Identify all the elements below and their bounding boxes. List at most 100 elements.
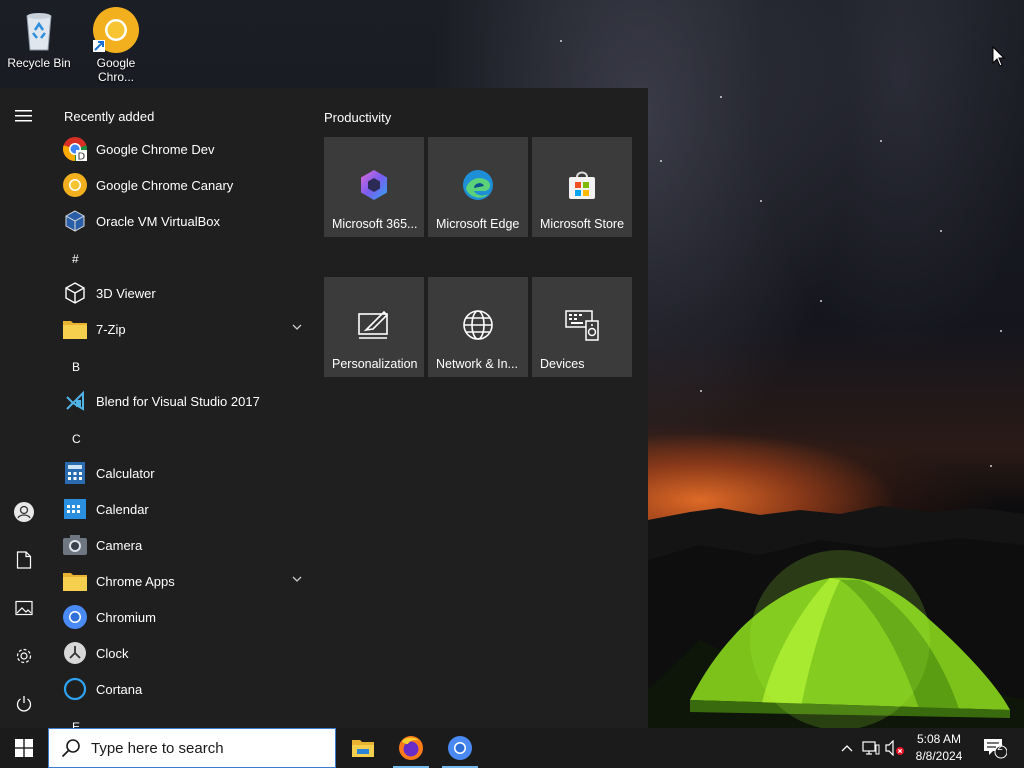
app-item-label: Calendar: [96, 501, 149, 517]
taskbar-firefox[interactable]: [387, 728, 435, 768]
show-hidden-icons-button[interactable]: [838, 728, 856, 768]
mouse-cursor-icon: [992, 46, 1006, 67]
app-item-label: Calculator: [96, 465, 155, 481]
app-item-cortana[interactable]: Cortana: [60, 671, 316, 707]
app-item-label: Blend for Visual Studio 2017: [96, 393, 260, 409]
tile-devices[interactable]: Devices: [532, 277, 632, 377]
file-explorer-icon: [352, 740, 374, 757]
app-list: Recently added D Google Chrome Dev Googl…: [48, 88, 316, 728]
folder-icon: [62, 316, 88, 342]
star: [720, 96, 722, 98]
tile-label: Personalization: [332, 357, 418, 371]
star: [1000, 330, 1002, 332]
app-item-3d-viewer[interactable]: 3D Viewer: [60, 275, 316, 311]
star: [990, 465, 992, 467]
power-button[interactable]: [0, 680, 48, 728]
network-tray-button[interactable]: [860, 728, 882, 768]
documents-button[interactable]: [0, 536, 48, 584]
star: [880, 140, 882, 142]
clock-date: 8/8/2024: [915, 749, 963, 763]
group-letter-b[interactable]: B: [72, 360, 80, 374]
tiles-group-title[interactable]: Productivity: [324, 110, 391, 125]
pictures-icon: [15, 600, 33, 616]
blend-icon: [62, 388, 88, 414]
taskbar-file-explorer[interactable]: [339, 728, 387, 768]
pictures-button[interactable]: [0, 584, 48, 632]
star: [700, 390, 702, 392]
clock-time: 5:08 AM: [916, 732, 962, 746]
chrome-canary-icon: [62, 172, 88, 198]
app-folder-7-zip[interactable]: 7-Zip: [60, 311, 316, 347]
clock-icon: [62, 640, 88, 666]
microsoft-365-icon: [356, 167, 392, 203]
app-folder-chrome-apps[interactable]: Chrome Apps: [60, 563, 316, 599]
app-item-clock[interactable]: Clock: [60, 635, 316, 671]
app-item-chromium[interactable]: Chromium: [60, 599, 316, 635]
devices-icon: [564, 307, 600, 343]
group-letter-c[interactable]: C: [72, 432, 81, 446]
store-icon: [564, 167, 600, 203]
user-account-button[interactable]: [0, 488, 48, 536]
app-item-google-chrome-dev[interactable]: D Google Chrome Dev: [60, 131, 316, 167]
calculator-icon: [62, 460, 88, 486]
calendar-icon: [62, 496, 88, 522]
star: [760, 200, 762, 202]
group-letter-e[interactable]: E: [72, 720, 80, 728]
chevron-down-icon[interactable]: [292, 323, 302, 331]
app-item-calendar[interactable]: Calendar: [60, 491, 316, 527]
search-icon: [61, 739, 80, 758]
app-item-label: Google Chrome Dev: [96, 141, 215, 157]
app-item-google-chrome-canary[interactable]: Google Chrome Canary: [60, 167, 316, 203]
app-item-label: Google Chrome Canary: [96, 177, 234, 193]
app-item-label: 7-Zip: [96, 321, 126, 337]
app-item-oracle-vm-virtualbox[interactable]: Oracle VM VirtualBox: [60, 203, 316, 239]
taskbar-clock[interactable]: 5:08 AM 8/8/2024: [906, 731, 972, 765]
start-menu: Recently added D Google Chrome Dev Googl…: [0, 88, 648, 728]
firefox-icon: [399, 736, 423, 760]
3d-viewer-icon: [62, 280, 88, 306]
star: [560, 40, 562, 42]
start-button[interactable]: [0, 728, 48, 768]
virtualbox-icon: [62, 208, 88, 234]
edge-icon: [460, 167, 496, 203]
taskbar-chromium[interactable]: [436, 728, 484, 768]
power-icon: [16, 696, 32, 712]
group-letter-hash[interactable]: #: [72, 252, 79, 266]
chevron-down-icon[interactable]: [292, 575, 302, 583]
chromium-icon: [62, 604, 88, 630]
tile-microsoft-edge[interactable]: Microsoft Edge: [428, 137, 528, 237]
app-item-blend-for-visual-studio[interactable]: Blend for Visual Studio 2017: [60, 383, 316, 419]
tile-label: Devices: [540, 357, 585, 371]
desktop-icon-label: Recycle Bin: [7, 56, 71, 70]
settings-button[interactable]: [0, 632, 48, 680]
taskbar-search-box[interactable]: Type here to search: [48, 728, 336, 768]
volume-tray-button[interactable]: [884, 728, 906, 768]
taskbar: Type here to search 5:08 AM 8/8/2024 2: [0, 728, 1024, 768]
star: [940, 230, 942, 232]
notification-count-badge: 2: [997, 742, 1003, 753]
action-center-button[interactable]: 2: [980, 728, 1010, 768]
tile-personalization[interactable]: Personalization: [324, 277, 424, 377]
app-item-calculator[interactable]: Calculator: [60, 455, 316, 491]
tile-label: Microsoft Edge: [436, 217, 520, 231]
desktop-icon-label: Google Chro...: [96, 56, 136, 84]
desktop-icon-chrome-canary[interactable]: Google Chro...: [77, 6, 155, 84]
tile-microsoft-store[interactable]: Microsoft Store: [532, 137, 632, 237]
app-item-label: Clock: [96, 645, 129, 661]
app-item-camera[interactable]: Camera: [60, 527, 316, 563]
tile-microsoft-365[interactable]: Microsoft 365...: [324, 137, 424, 237]
personalization-icon: [356, 307, 392, 343]
tile-label: Network & In...: [436, 357, 518, 371]
search-placeholder: Type here to search: [91, 739, 224, 757]
documents-icon: [16, 551, 32, 569]
tile-network-internet[interactable]: Network & In...: [428, 277, 528, 377]
expand-menu-button[interactable]: [0, 92, 48, 140]
chevron-up-icon: [841, 745, 853, 752]
start-rail: [0, 88, 48, 728]
network-wired-icon: [862, 741, 880, 755]
app-item-label: Cortana: [96, 681, 143, 697]
desktop-icon-recycle-bin[interactable]: Recycle Bin: [0, 6, 78, 70]
cortana-icon: [62, 676, 88, 702]
chrome-dev-icon: D: [62, 136, 88, 162]
svg-text:D: D: [78, 152, 86, 163]
